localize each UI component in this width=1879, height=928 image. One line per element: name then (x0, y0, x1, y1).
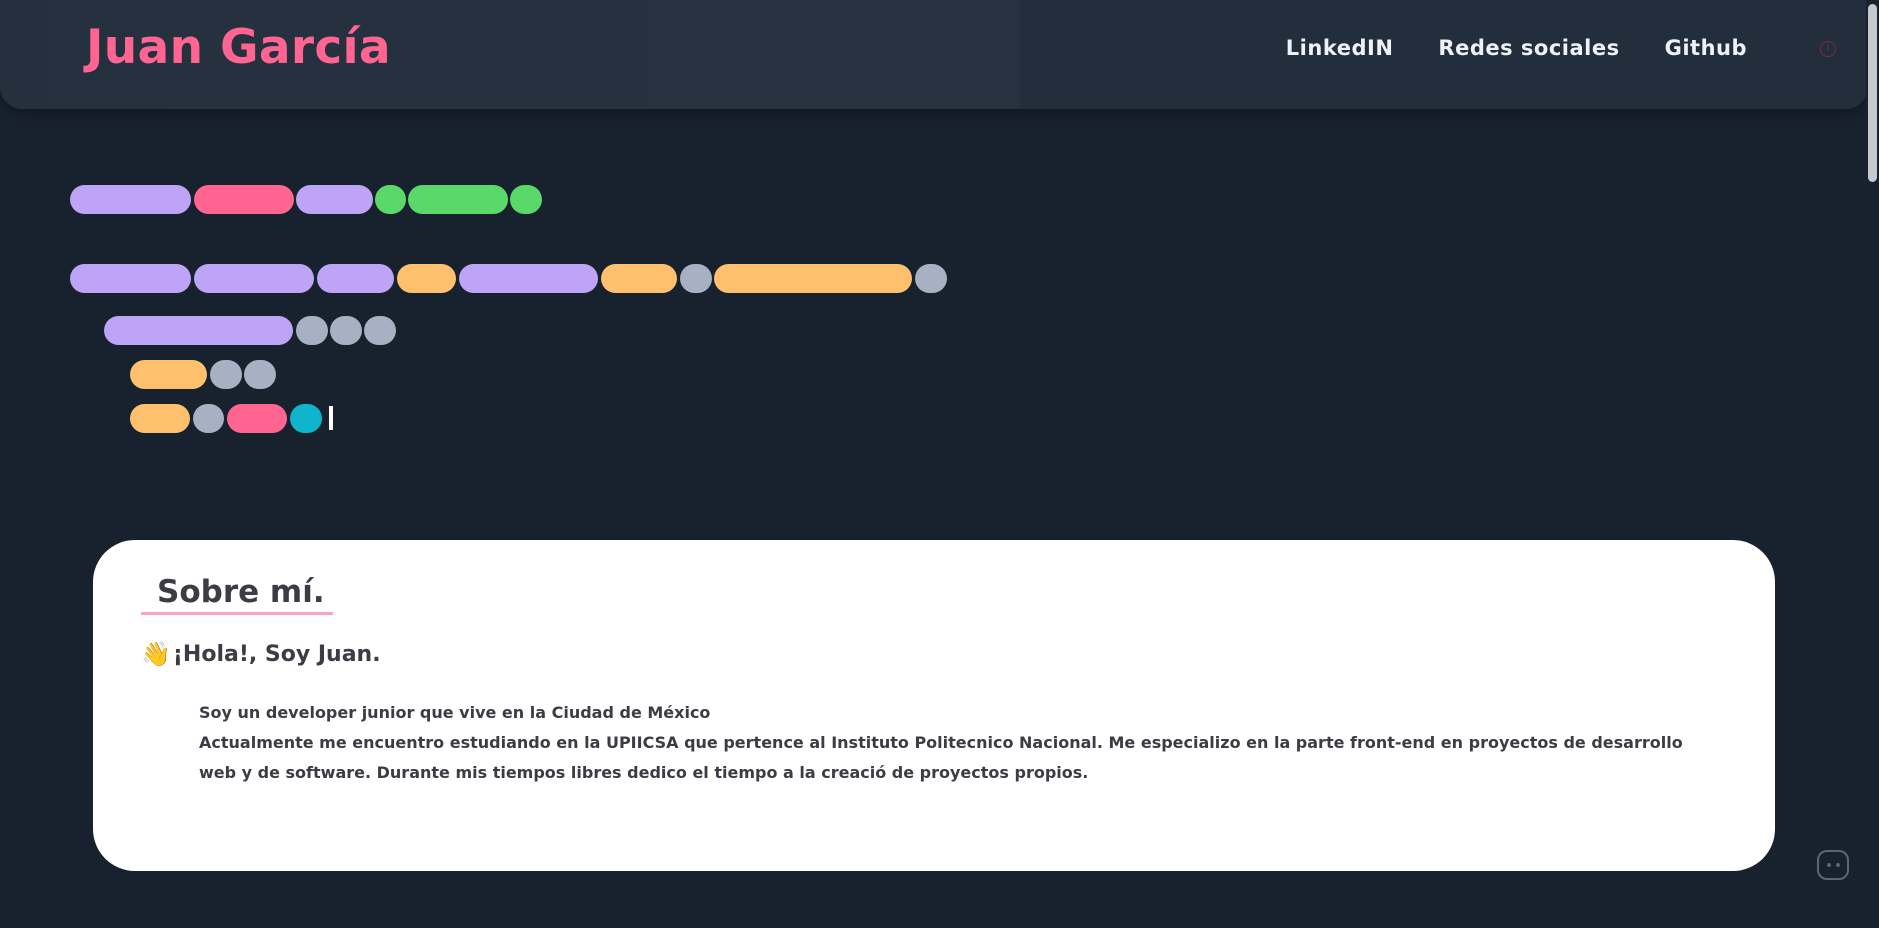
code-token (193, 404, 224, 433)
code-token (130, 360, 207, 389)
code-token (408, 185, 508, 214)
greeting-text: ¡Hola!, Soy Juan. (172, 641, 381, 667)
code-token (296, 316, 328, 345)
code-token (290, 404, 322, 433)
code-token (680, 264, 712, 293)
nav-link-redes-sociales[interactable]: Redes sociales (1438, 36, 1619, 60)
code-token (317, 264, 394, 293)
chat-dot (1835, 863, 1840, 867)
portfolio-page: Juan García LinkedIN Redes sociales Gith… (0, 0, 1879, 928)
bio-paragraph: Actualmente me encuentro estudiando en l… (199, 733, 1683, 782)
code-token (194, 185, 294, 214)
code-token (364, 316, 396, 345)
nav-link-github[interactable]: Github (1665, 36, 1747, 60)
code-token (210, 360, 242, 389)
main-nav: LinkedIN Redes sociales Github (1286, 36, 1747, 60)
about-title: Sobre mí. (157, 574, 325, 610)
code-token (227, 404, 287, 433)
code-token (104, 316, 293, 345)
code-token (510, 185, 542, 214)
nav-link-linkedin[interactable]: LinkedIN (1286, 36, 1394, 60)
code-token (459, 264, 598, 293)
chat-dot (1826, 863, 1831, 867)
code-token (70, 264, 191, 293)
info-icon[interactable]: i (1820, 41, 1836, 57)
waving-hand-icon: 👋 (141, 640, 171, 668)
about-card: Sobre mí. 👋 ¡Hola!, Soy Juan. Soy un dev… (93, 540, 1775, 871)
chat-bubble-icon[interactable] (1817, 850, 1849, 880)
bio: Soy un developer junior que vive en la C… (199, 698, 1699, 788)
code-token (194, 264, 314, 293)
code-token (915, 264, 947, 293)
greeting: 👋 ¡Hola!, Soy Juan. (141, 640, 381, 668)
code-token (714, 264, 912, 293)
code-token (375, 185, 406, 214)
about-title-underline (141, 612, 333, 615)
code-token (397, 264, 456, 293)
bio-line: Soy un developer junior que vive en la C… (199, 703, 711, 722)
code-token (296, 185, 373, 214)
code-token (130, 404, 190, 433)
header: Juan García LinkedIN Redes sociales Gith… (0, 0, 1868, 109)
typing-cursor (329, 406, 333, 430)
scrollbar-thumb[interactable] (1868, 4, 1877, 182)
code-token (601, 264, 677, 293)
code-token (330, 316, 362, 345)
brand-logo[interactable]: Juan García (86, 20, 391, 75)
code-token (244, 360, 276, 389)
code-token (70, 185, 191, 214)
